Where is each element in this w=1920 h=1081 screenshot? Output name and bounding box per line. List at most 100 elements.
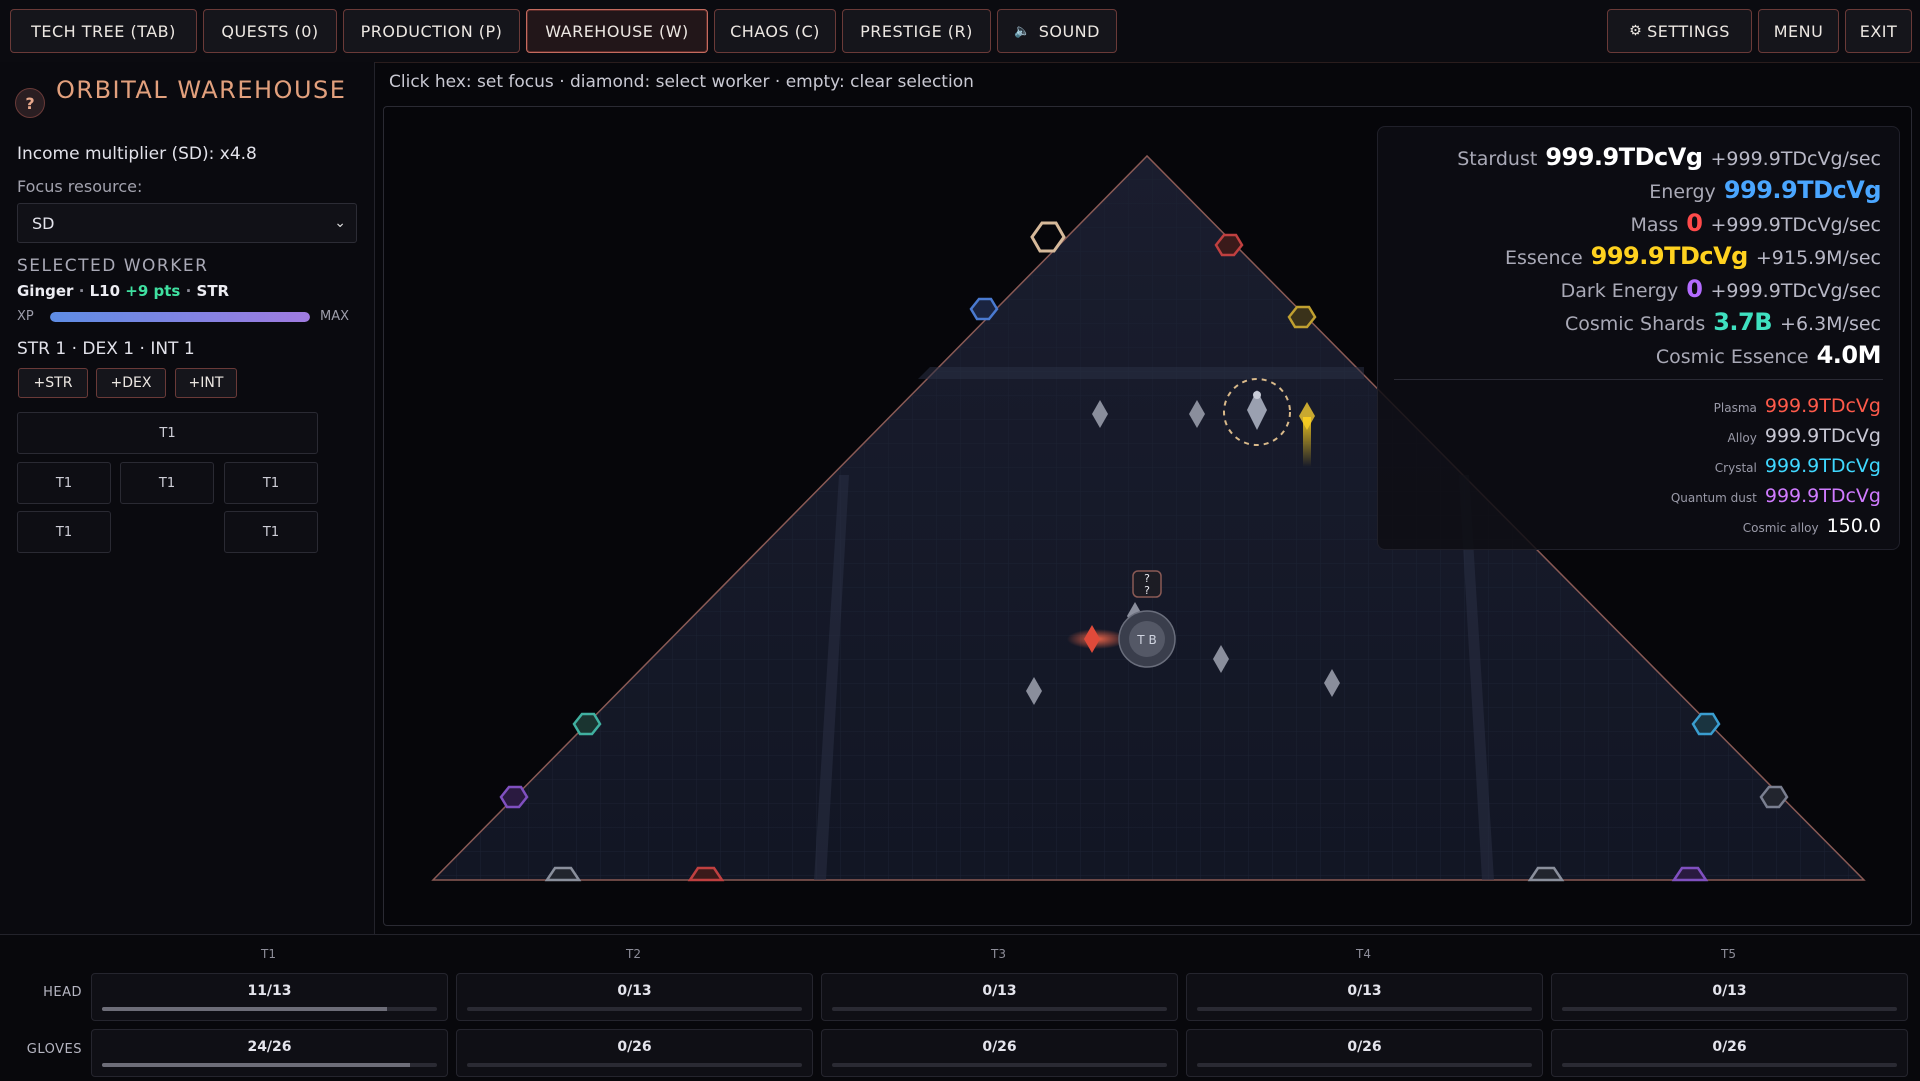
gear-progress-fill: [102, 1063, 411, 1067]
gear-progress-bar: [102, 1007, 437, 1011]
speaker-icon: 🔈: [1014, 23, 1031, 39]
chaos-button[interactable]: CHAOS (C): [714, 9, 836, 53]
gear-cell[interactable]: 0/13: [1551, 973, 1908, 1021]
resource-value: 0: [1686, 209, 1703, 237]
worker-level: L10: [89, 282, 121, 300]
material-value: 999.9TDcVg: [1764, 455, 1881, 477]
equipment-slot-feet[interactable]: T1: [224, 511, 318, 553]
question-badge-sub: ?: [1144, 584, 1150, 597]
add-int-button[interactable]: +INT: [175, 368, 237, 398]
resource-panel: Stardust 999.9TDcVg +999.9TDcVg/sec Energy 9…: [1377, 126, 1900, 550]
prestige-button[interactable]: PRESTIGE (R): [842, 9, 991, 53]
gear-count: 11/13: [247, 983, 292, 999]
gear-progress-bar: [1562, 1063, 1897, 1067]
selected-worker-heading: SELECTED WORKER: [17, 256, 209, 276]
resource-row: Essence 999.9TDcVg +915.9M/sec: [1505, 242, 1881, 270]
production-button[interactable]: PRODUCTION (P): [343, 9, 520, 53]
resource-value: 999.9TDcVg: [1723, 176, 1882, 204]
gear-cell[interactable]: 0/13: [821, 973, 1178, 1021]
resource-label: Mass: [1630, 214, 1679, 236]
resource-label: Dark Energy: [1560, 280, 1679, 302]
material-row: Crystal 999.9TDcVg: [1715, 455, 1881, 477]
gear-progress-bar: [467, 1007, 802, 1011]
help-icon[interactable]: ?: [15, 88, 45, 118]
core-worker-initials: T B: [1136, 633, 1156, 647]
resource-row: Mass 0 +999.9TDcVg/sec: [1630, 209, 1881, 237]
gear-cell[interactable]: 0/26: [1551, 1029, 1908, 1077]
material-row: Cosmic alloy 150.0: [1743, 515, 1881, 537]
top-nav: TECH TREE (TAB) QUESTS (0) PRODUCTION (P…: [0, 0, 1920, 63]
gear-cell[interactable]: 0/13: [456, 973, 813, 1021]
resource-label: Essence: [1504, 247, 1583, 269]
xp-label: XP: [17, 309, 34, 324]
resource-label: Stardust: [1457, 148, 1538, 170]
material-label: Quantum dust: [1670, 491, 1757, 505]
worker-points: +9 pts: [125, 282, 181, 300]
resource-rate: +999.9TDcVg/sec: [1710, 148, 1882, 170]
resource-value: 3.7B: [1713, 308, 1773, 336]
focus-label: Focus resource:: [17, 177, 143, 196]
material-label: Plasma: [1713, 401, 1757, 415]
gear-progress-bar: [832, 1063, 1167, 1067]
material-value: 999.9TDcVg: [1764, 395, 1881, 417]
sound-label: SOUND: [1038, 21, 1100, 41]
gear-cell[interactable]: 0/26: [1186, 1029, 1543, 1077]
xp-bar: [50, 312, 310, 322]
warehouse-button[interactable]: WAREHOUSE (W): [526, 9, 708, 53]
gear-count: 0/13: [1347, 983, 1382, 999]
gear-cell[interactable]: 0/26: [456, 1029, 813, 1077]
settings-label: SETTINGS: [1647, 21, 1730, 41]
gear-count: 0/26: [982, 1039, 1017, 1055]
panel-title: ORBITAL WAREHOUSE: [56, 76, 347, 104]
gear-count: 0/26: [1347, 1039, 1382, 1055]
chevron-down-icon: ⌄: [334, 215, 346, 231]
tier-header: T4: [1356, 947, 1371, 961]
material-value: 150.0: [1826, 515, 1881, 537]
material-label: Crystal: [1714, 461, 1757, 475]
add-dex-button[interactable]: +DEX: [96, 368, 166, 398]
material-value: 999.9TDcVg: [1764, 485, 1881, 507]
gear-count: 0/26: [1712, 1039, 1747, 1055]
exit-button[interactable]: EXIT: [1845, 9, 1912, 53]
gear-count: 0/13: [1712, 983, 1747, 999]
material-row: Alloy 999.9TDcVg: [1728, 425, 1881, 447]
equipment-slot-right[interactable]: T1: [224, 462, 318, 504]
settings-button[interactable]: ⚙ SETTINGS: [1607, 9, 1752, 53]
worker-stat: STR: [196, 282, 230, 300]
quests-button[interactable]: QUESTS (0): [203, 9, 337, 53]
gear-cell[interactable]: 0/13: [1186, 973, 1543, 1021]
gear-progress-bar: [1562, 1007, 1897, 1011]
income-multiplier: Income multiplier (SD): x4.8: [17, 144, 257, 164]
resource-value: 999.9TDcVg: [1590, 242, 1749, 270]
gear-count: 24/26: [247, 1039, 292, 1055]
gear-cell[interactable]: 11/13: [91, 973, 448, 1021]
yellow-beam: [1303, 417, 1311, 467]
gear-progress-bar: [1197, 1007, 1532, 1011]
resource-rate: +915.9M/sec: [1755, 247, 1881, 269]
add-str-button[interactable]: +STR: [18, 368, 88, 398]
warehouse-side-panel: ? ORBITAL WAREHOUSE Income multiplier (S…: [0, 62, 375, 934]
resource-value: 4.0M: [1816, 341, 1882, 369]
equipment-slot-left[interactable]: T1: [17, 462, 111, 504]
equipment-slot-hands[interactable]: T1: [17, 511, 111, 553]
equipment-slot-head[interactable]: T1: [17, 412, 318, 454]
sound-button[interactable]: 🔈 SOUND: [997, 9, 1117, 53]
tech-tree-button[interactable]: TECH TREE (TAB): [10, 9, 197, 53]
gear-row-label-gloves: GLOVES: [26, 1042, 82, 1057]
menu-button[interactable]: MENU: [1758, 9, 1839, 53]
tier-header: T2: [626, 947, 641, 961]
xp-bar-fill: [50, 312, 310, 322]
worker-summary: Ginger · L10 +9 pts · STR: [17, 282, 230, 300]
resource-row: Dark Energy 0 +999.9TDcVg/sec: [1561, 275, 1881, 303]
gear-count: 0/26: [617, 1039, 652, 1055]
gear-cell[interactable]: 0/26: [821, 1029, 1178, 1077]
material-row: Plasma 999.9TDcVg: [1714, 395, 1881, 417]
gear-progress-bar: [832, 1007, 1167, 1011]
gear-cell[interactable]: 24/26: [91, 1029, 448, 1077]
equipment-slot-body[interactable]: T1: [120, 462, 214, 504]
material-value: 999.9TDcVg: [1764, 425, 1881, 447]
gear-progress-fill: [102, 1007, 387, 1011]
tier-header: T1: [261, 947, 276, 961]
focus-resource-select[interactable]: SD ⌄: [17, 203, 357, 243]
gear-icon: ⚙: [1629, 23, 1643, 39]
